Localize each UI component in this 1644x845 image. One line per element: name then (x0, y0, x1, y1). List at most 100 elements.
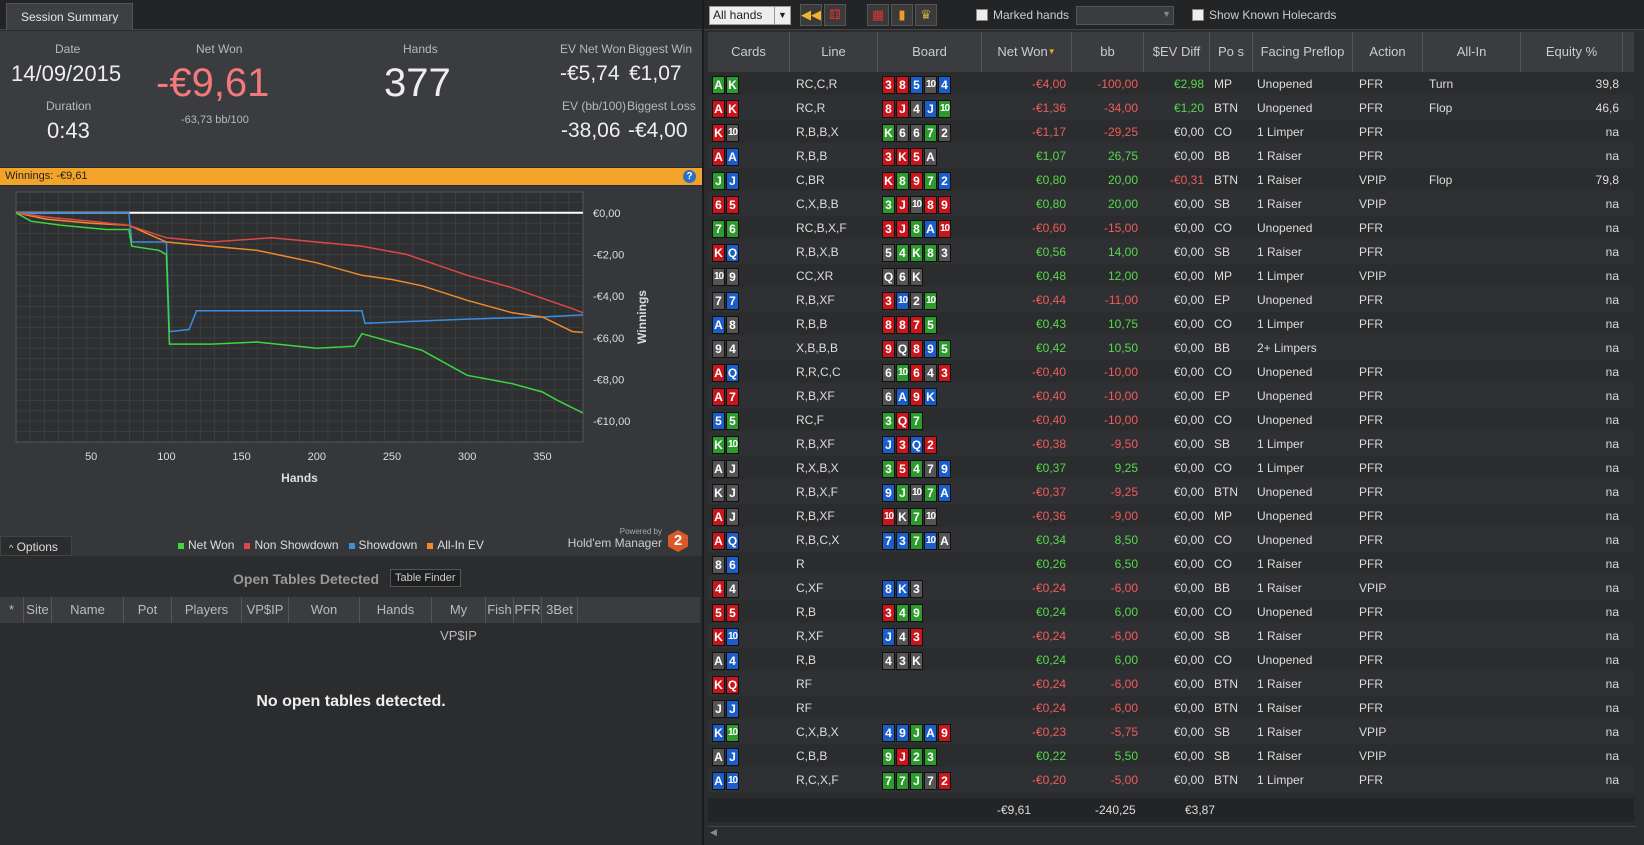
table-row[interactable]: A 10 R,C,X,F 7 7 J 7 2 -€0,20 -5,00 €0,00 BTN 1 Limp… (708, 768, 1636, 792)
open-tables-col-0[interactable]: * (0, 597, 24, 623)
table-row[interactable]: A J R,X,B,X 3 5 4 7 9 €0,37 9,25 €0,00 CO 1 Limper PF… (708, 456, 1636, 480)
grid-icon[interactable]: ▦ (867, 4, 889, 26)
open-tables-col-10[interactable]: PFR (514, 597, 542, 623)
cell-facing-preflop: 1 Raiser (1257, 173, 1302, 187)
table-row[interactable]: 8 6 R €0,26 6,50 €0,00 CO 1 Raiser PFR na (708, 552, 1636, 576)
col-header-net-won[interactable]: Net Won ▼ (982, 32, 1072, 72)
net-won-value: -€9,61 (156, 61, 270, 105)
table-row[interactable]: K 10 C,X,B,X 4 9 J A 9 -€0,23 -5,75 €0,00 SB 1 Raise… (708, 720, 1636, 744)
help-icon[interactable]: ? (683, 170, 696, 183)
table-row[interactable]: A K RC,C,R 3 8 5 10 4 -€4,00 -100,00 €2,98 MP Unopen… (708, 72, 1636, 96)
open-tables-col-5[interactable]: VP$IP (242, 597, 289, 623)
table-row[interactable]: K 10 R,B,B,X K 6 6 7 2 -€1,17 -29,25 €0,00 CO 1 Limp… (708, 120, 1636, 144)
open-tables-col-9[interactable]: Fish (486, 597, 514, 623)
table-row[interactable]: A 8 R,B,B 8 8 7 5 €0,43 10,75 €0,00 CO 1 Limper PFR n… (708, 312, 1636, 336)
card-icon: 9 (910, 171, 923, 190)
hands-filter-dropdown[interactable]: All hands ▼ (709, 6, 791, 25)
table-row[interactable]: K 10 R,B,XF J 3 Q 2 -€0,38 -9,50 €0,00 SB 1 Limper P… (708, 432, 1636, 456)
col-header-line[interactable]: Line (790, 32, 878, 72)
legend-showdown[interactable]: Showdown (348, 538, 417, 552)
table-finder-button[interactable]: Table Finder (390, 569, 461, 587)
table-row[interactable]: K J R,B,X,F 9 J 10 7 A -€0,37 -9,25 €0,00 BTN Unopen… (708, 480, 1636, 504)
bar-chart-icon[interactable]: ▮ (891, 4, 913, 26)
show-known-holecards-checkbox[interactable] (1192, 9, 1204, 21)
card-icon: 8 (882, 315, 895, 334)
marked-hands-select[interactable]: ▼ (1076, 6, 1174, 25)
trophy-icon[interactable]: ♛ (915, 4, 937, 26)
col-header-action[interactable]: Action (1353, 32, 1423, 72)
card-icon: 2 (924, 435, 937, 454)
table-row[interactable]: 6 5 C,X,B,B 3 J 10 8 9 €0,80 20,00 €0,00 SB 1 Raiser… (708, 192, 1636, 216)
table-row[interactable]: A K RC,R 8 J 4 J 10 -€1,36 -34,00 €1,20 BTN Unopened… (708, 96, 1636, 120)
rewind-icon[interactable]: ◀◀ (800, 4, 822, 26)
table-row[interactable]: A J C,B,B 9 J 2 3 €0,22 5,50 €0,00 SB 1 Raiser VPIP n… (708, 744, 1636, 768)
table-row[interactable]: A 7 R,B,XF 6 A 9 K -€0,40 -10,00 €0,00 EP Unopened P… (708, 384, 1636, 408)
table-row[interactable]: K Q RF -€0,24 -6,00 €0,00 BTN 1 Raiser PFR na (708, 672, 1636, 696)
dice-icon[interactable]: ⚅ (824, 4, 846, 26)
cell-position: BB (1214, 581, 1231, 595)
table-row[interactable]: 5 5 R,B 3 4 9 €0,24 6,00 €0,00 CO Unopened PFR na (708, 600, 1636, 624)
col-header-facing-preflop[interactable]: Facing Preflop (1253, 32, 1353, 72)
legend-net-won[interactable]: Net Won (178, 538, 234, 552)
col-header-equity-[interactable]: Equity % (1521, 32, 1623, 72)
col-header-all-in[interactable]: All-In (1423, 32, 1521, 72)
table-row[interactable]: 7 7 R,B,XF 3 10 2 10 -€0,44 -11,00 €0,00 EP Unopene… (708, 288, 1636, 312)
options-button[interactable]: ^ Options (0, 536, 72, 556)
card-icon: 9 (910, 603, 923, 622)
col-header-bb[interactable]: bb (1072, 32, 1144, 72)
open-tables-col-6[interactable]: Won (289, 597, 360, 623)
table-row[interactable]: A Q R,B,C,X 7 3 7 10 A €0,34 8,50 €0,00 CO Unopened P… (708, 528, 1636, 552)
open-tables-col-8[interactable]: My VP$IP (432, 597, 486, 643)
legend-all-in-ev[interactable]: All-In EV (427, 538, 484, 552)
chevron-down-icon[interactable]: ▼ (774, 7, 790, 24)
cell-net-won: -€0,44 (1031, 293, 1066, 307)
col-header-board[interactable]: Board (878, 32, 982, 72)
table-row[interactable]: 4 4 C,XF 8 K 3 -€0,24 -6,00 €0,00 BB 1 Raiser VPIP n… (708, 576, 1636, 600)
table-row[interactable]: 7 6 RC,B,X,F 3 J 8 A 10 -€0,60 -15,00 €0,00 CO Unope… (708, 216, 1636, 240)
card-icon: 8 (896, 75, 909, 94)
open-tables-col-3[interactable]: Pot (124, 597, 172, 623)
table-row[interactable]: A J R,B,XF 10 K 7 10 -€0,36 -9,00 €0,00 MP Unopened… (708, 504, 1636, 528)
cell-ev-diff: €0,00 (1173, 509, 1204, 523)
col-header-cards[interactable]: Cards (708, 32, 790, 72)
col-header-po-s[interactable]: Po s (1210, 32, 1253, 72)
marked-hands-checkbox[interactable] (976, 9, 988, 21)
cell-action: VPIP (1359, 173, 1387, 187)
card-icon: 10 (910, 195, 923, 214)
table-row[interactable]: A A R,B,B 3 K 5 A €1,07 26,75 €0,00 BB 1 Raiser PFR n… (708, 144, 1636, 168)
x-tick-label: 100 (157, 451, 175, 463)
table-row[interactable]: 10 9 CC,XR Q 6 K €0,48 12,00 €0,00 MP 1 Limper VPIP… (708, 264, 1636, 288)
open-tables-col-11[interactable]: 3Bet (542, 597, 578, 623)
cell-ev-diff: €1,20 (1173, 101, 1204, 115)
table-row[interactable]: K 10 R,XF J 4 3 -€0,24 -6,00 €0,00 SB 1 Raiser PFR n… (708, 624, 1636, 648)
cell-action: PFR (1359, 653, 1383, 667)
open-tables-col-7[interactable]: Hands (360, 597, 432, 623)
table-row[interactable]: K Q R,B,X,B 5 4 K 8 3 €0,56 14,00 €0,00 SB 1 Raiser P… (708, 240, 1636, 264)
card-icon: 7 (896, 771, 909, 790)
table-row[interactable]: 9 4 X,B,B,B 9 Q 8 9 5 €0,42 10,50 €0,00 BB 2+ Limper… (708, 336, 1636, 360)
tab-session-summary[interactable]: Session Summary (6, 3, 134, 30)
open-tables-col-4[interactable]: Players (172, 597, 242, 623)
cell-cards: 94 (708, 336, 790, 359)
col-header--ev-diff[interactable]: $EV Diff (1144, 32, 1210, 72)
cell-board (878, 552, 982, 575)
cell-action: PFR (1359, 533, 1383, 547)
cell-facing-preflop: Unopened (1257, 77, 1313, 91)
table-row[interactable]: J J C,BR K 8 9 7 2 €0,80 20,00 -€0,31 BTN 1 Raiser VP… (708, 168, 1636, 192)
table-row[interactable]: J J RF -€0,24 -6,00 €0,00 BTN 1 Raiser PFR na (708, 696, 1636, 720)
table-row[interactable]: A Q R,R,C,C 6 10 6 4 3 -€0,40 -10,00 €0,00 CO Unopen… (708, 360, 1636, 384)
cell-equity: 46,6 (1595, 101, 1619, 115)
table-row[interactable]: 5 5 RC,F 3 Q 7 -€0,40 -10,00 €0,00 CO Unopened PFR n… (708, 408, 1636, 432)
horizontal-scrollbar[interactable]: ◀ (708, 826, 1636, 840)
card-icon: 9 (882, 339, 895, 358)
cell-ev-diff: €0,00 (1173, 701, 1204, 715)
legend-non-showdown[interactable]: Non Showdown (244, 538, 339, 552)
open-tables-col-1[interactable]: Site (24, 597, 52, 623)
table-row[interactable]: A 4 R,B 4 3 K €0,24 6,00 €0,00 CO Unopened PFR na (708, 648, 1636, 672)
cell-all-in (1423, 456, 1521, 479)
vertical-scrollbar[interactable] (1634, 32, 1644, 822)
open-tables-col-2[interactable]: Name (52, 597, 124, 623)
cell-facing-preflop: 1 Raiser (1257, 557, 1302, 571)
scroll-left-icon[interactable]: ◀ (710, 827, 717, 838)
cell-board: 10 K 7 10 (878, 504, 982, 527)
